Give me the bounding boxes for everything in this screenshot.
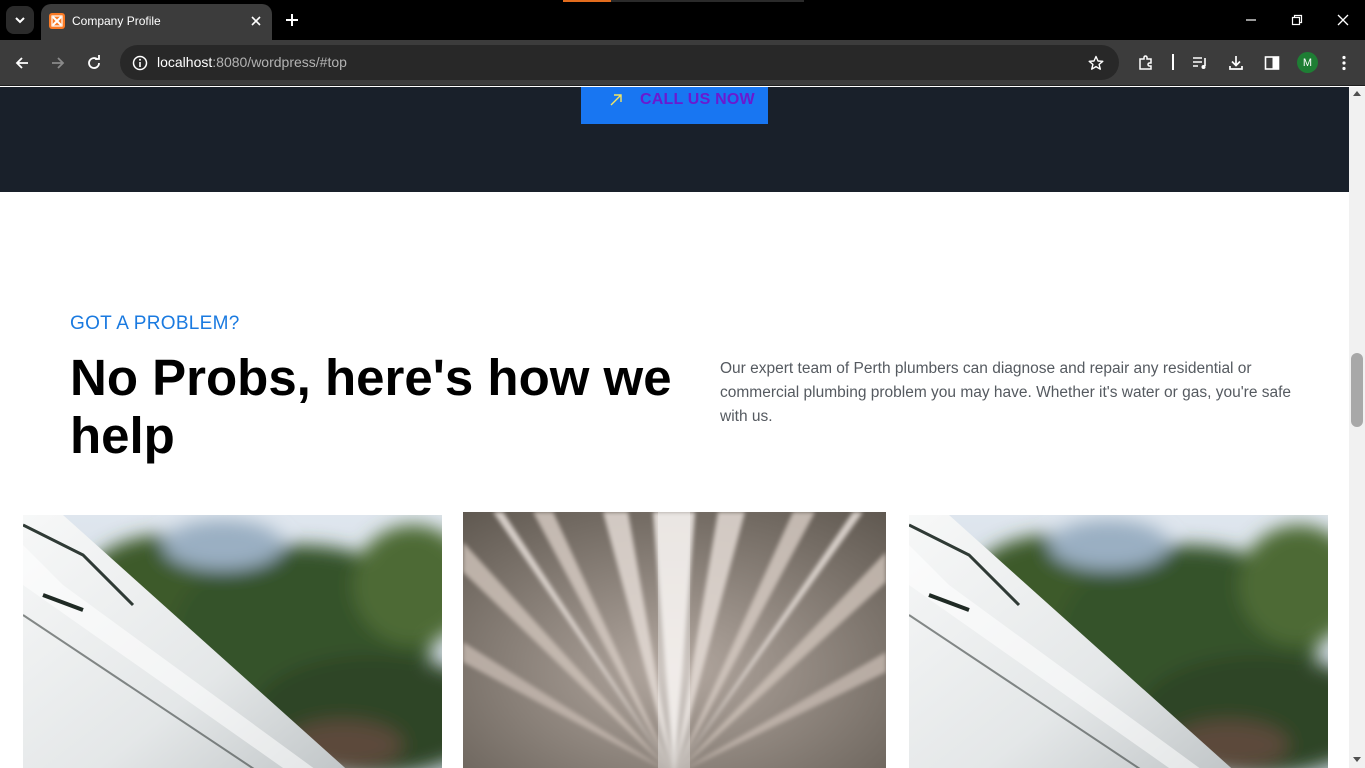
url-path: :8080/wordpress/#top bbox=[212, 54, 347, 70]
browser-toolbar: localhost:8080/wordpress/#top bbox=[0, 40, 1365, 86]
extensions-button[interactable] bbox=[1132, 49, 1160, 77]
arrow-right-icon bbox=[52, 57, 65, 69]
water-spray-photo bbox=[463, 512, 886, 768]
restore-icon bbox=[1291, 14, 1303, 26]
new-tab-button[interactable] bbox=[281, 9, 303, 31]
url-host: localhost bbox=[157, 54, 213, 70]
arrow-up-right-icon bbox=[610, 93, 622, 105]
page-scrollbar[interactable] bbox=[1349, 87, 1365, 768]
more-vertical-icon bbox=[1342, 55, 1346, 71]
close-icon bbox=[1337, 14, 1349, 26]
toolbar-divider bbox=[1172, 54, 1174, 70]
star-icon bbox=[1088, 55, 1104, 70]
downloads-button[interactable] bbox=[1222, 49, 1250, 77]
cta-band: CALL US NOW bbox=[0, 87, 1349, 192]
site-info-button[interactable] bbox=[126, 49, 153, 76]
tab-strip: Company Profile bbox=[0, 0, 1365, 40]
roof-gutter-photo bbox=[909, 515, 1328, 768]
scroll-up-arrow[interactable] bbox=[1353, 91, 1361, 96]
close-tab-button[interactable] bbox=[247, 12, 265, 30]
loading-indicator bbox=[563, 0, 804, 2]
service-card-image[interactable] bbox=[23, 515, 442, 768]
minimize-icon bbox=[1246, 19, 1256, 21]
xampp-icon bbox=[49, 13, 65, 29]
tab-company-profile[interactable]: Company Profile bbox=[41, 4, 272, 40]
side-panel-button[interactable] bbox=[1258, 49, 1286, 77]
minimize-button[interactable] bbox=[1237, 6, 1265, 34]
download-icon bbox=[1229, 56, 1243, 70]
section-headline: No Probs, here's how we help bbox=[70, 349, 672, 464]
side-panel-icon bbox=[1264, 56, 1280, 70]
address-bar[interactable]: localhost:8080/wordpress/#top bbox=[120, 45, 1119, 80]
scroll-thumb[interactable] bbox=[1351, 353, 1363, 427]
chevron-down-icon bbox=[15, 17, 25, 24]
reload-button[interactable] bbox=[80, 49, 108, 77]
service-card-image[interactable] bbox=[463, 512, 886, 768]
arrow-left-icon bbox=[15, 57, 28, 69]
bookmark-button[interactable] bbox=[1082, 49, 1110, 77]
restore-button[interactable] bbox=[1283, 6, 1311, 34]
back-button[interactable] bbox=[8, 49, 36, 77]
puzzle-icon bbox=[1139, 55, 1152, 70]
page-viewport: CALL US NOW GOT A PROBLEM? No Probs, her… bbox=[0, 87, 1365, 768]
forward-button[interactable] bbox=[44, 49, 72, 77]
tab-search-button[interactable] bbox=[6, 6, 34, 34]
section-intro: Our expert team of Perth plumbers can di… bbox=[720, 360, 1292, 425]
service-card-image[interactable] bbox=[909, 515, 1328, 768]
scroll-down-arrow[interactable] bbox=[1353, 757, 1361, 762]
tab-title: Company Profile bbox=[72, 14, 161, 28]
close-window-button[interactable] bbox=[1329, 6, 1357, 34]
call-us-now-button[interactable]: CALL US NOW bbox=[581, 87, 768, 124]
profile-avatar[interactable]: M bbox=[1297, 52, 1318, 73]
reload-icon bbox=[88, 55, 100, 69]
media-controls-button[interactable] bbox=[1186, 49, 1214, 77]
browser-menu-button[interactable] bbox=[1330, 49, 1358, 77]
roof-gutter-photo bbox=[23, 515, 442, 768]
url-text[interactable]: localhost:8080/wordpress/#top bbox=[157, 54, 347, 70]
close-icon bbox=[251, 16, 261, 26]
info-icon bbox=[132, 55, 147, 70]
section-eyebrow: GOT A PROBLEM? bbox=[70, 313, 240, 334]
playlist-icon bbox=[1193, 57, 1206, 69]
cta-label: CALL US NOW bbox=[640, 90, 755, 108]
plus-icon bbox=[286, 14, 298, 26]
